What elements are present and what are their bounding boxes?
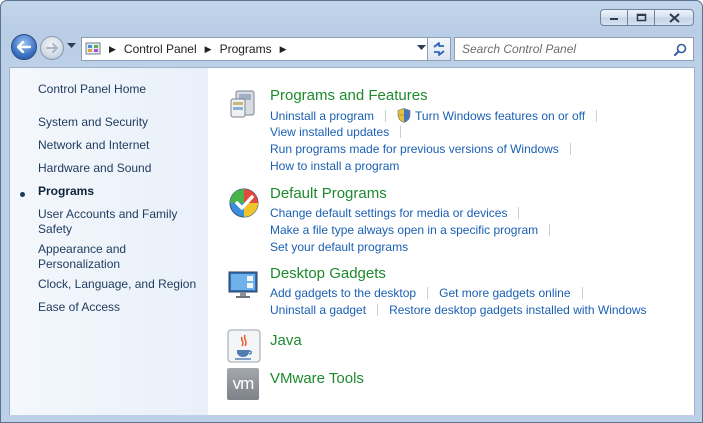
set-default-programs-link[interactable]: Set your default programs bbox=[270, 240, 408, 254]
view-installed-updates-link[interactable]: View installed updates bbox=[270, 125, 389, 139]
address-dropdown-icon[interactable] bbox=[417, 45, 426, 51]
link-divider bbox=[569, 143, 571, 155]
sidebar-item-programs[interactable]: Programs bbox=[38, 184, 203, 199]
search-input[interactable]: Search Control Panel bbox=[455, 42, 674, 56]
desktop-gadgets-links-row-2: Uninstall a gadget Restore desktop gadge… bbox=[270, 303, 647, 317]
sidebar: Control Panel Home System and Security N… bbox=[9, 67, 208, 415]
programs-and-features-title[interactable]: Programs and Features bbox=[270, 87, 428, 104]
minimize-button[interactable] bbox=[600, 9, 628, 26]
forward-arrow-icon bbox=[46, 43, 58, 53]
vmware-logo-text: vm bbox=[232, 374, 255, 393]
java-title[interactable]: Java bbox=[270, 332, 302, 349]
programs-and-features-links-row-1: Uninstall a program Turn Windows feature… bbox=[270, 108, 608, 123]
refresh-button[interactable] bbox=[427, 37, 451, 61]
sidebar-item-hardware-and-sound[interactable]: Hardware and Sound bbox=[38, 161, 203, 176]
navigation-bar: ▶ Control Panel ▶ Programs ▶ Search Cont… bbox=[9, 34, 699, 61]
uac-shield-icon bbox=[397, 108, 411, 123]
minimize-icon bbox=[610, 17, 618, 20]
default-programs-icon[interactable] bbox=[227, 186, 261, 220]
run-previous-versions-link[interactable]: Run programs made for previous versions … bbox=[270, 142, 559, 156]
restore-gadgets-link[interactable]: Restore desktop gadgets installed with W… bbox=[389, 303, 646, 317]
file-type-association-link[interactable]: Make a file type always open in a specif… bbox=[270, 223, 538, 237]
sidebar-item-system-and-security[interactable]: System and Security bbox=[38, 115, 203, 130]
default-programs-links-row-2: Make a file type always open in a specif… bbox=[270, 223, 561, 237]
java-icon[interactable] bbox=[227, 329, 261, 363]
control-panel-window: ▶ Control Panel ▶ Programs ▶ Search Cont… bbox=[0, 0, 703, 423]
link-divider bbox=[596, 109, 598, 122]
default-programs-title[interactable]: Default Programs bbox=[270, 185, 387, 202]
vmware-tools-icon[interactable]: vm bbox=[227, 368, 259, 400]
desktop-gadgets-links-row-1: Add gadgets to the desktop Get more gadg… bbox=[270, 286, 594, 300]
back-arrow-icon bbox=[17, 41, 31, 53]
change-default-settings-link[interactable]: Change default settings for media or dev… bbox=[270, 206, 507, 220]
uninstall-gadget-link[interactable]: Uninstall a gadget bbox=[270, 303, 366, 317]
how-to-install-link[interactable]: How to install a program bbox=[270, 159, 399, 173]
breadcrumb-control-panel[interactable]: Control Panel bbox=[124, 42, 197, 56]
maximize-button[interactable] bbox=[627, 9, 655, 26]
control-panel-icon bbox=[85, 42, 101, 55]
recent-pages-dropdown-icon[interactable] bbox=[67, 43, 76, 49]
refresh-icon bbox=[433, 42, 445, 56]
default-programs-links-row-1: Change default settings for media or dev… bbox=[270, 206, 530, 220]
breadcrumb-separator-icon[interactable]: ▶ bbox=[205, 44, 212, 55]
add-gadgets-link[interactable]: Add gadgets to the desktop bbox=[270, 286, 416, 300]
sidebar-item-control-panel-home[interactable]: Control Panel Home bbox=[38, 82, 203, 97]
sidebar-item-clock-language-region[interactable]: Clock, Language, and Region bbox=[38, 277, 203, 292]
search-icon[interactable] bbox=[674, 43, 687, 56]
uninstall-program-link[interactable]: Uninstall a program bbox=[270, 109, 374, 123]
link-divider bbox=[377, 304, 379, 316]
back-button[interactable] bbox=[11, 34, 37, 60]
turn-windows-features-link[interactable]: Turn Windows features on or off bbox=[415, 109, 585, 123]
active-item-bullet-icon bbox=[20, 192, 25, 197]
caption-buttons bbox=[600, 9, 694, 26]
programs-and-features-links-row-3: Run programs made for previous versions … bbox=[270, 142, 582, 156]
breadcrumb-separator-icon[interactable]: ▶ bbox=[280, 44, 287, 55]
link-divider bbox=[385, 109, 387, 122]
link-divider bbox=[581, 287, 583, 299]
programs-and-features-icon[interactable] bbox=[227, 87, 261, 121]
link-divider bbox=[549, 224, 551, 236]
programs-and-features-links-row-4: How to install a program bbox=[270, 159, 399, 173]
search-box[interactable]: Search Control Panel bbox=[454, 37, 694, 61]
breadcrumb-programs[interactable]: Programs bbox=[220, 42, 272, 56]
vmware-tools-title[interactable]: VMware Tools bbox=[270, 370, 364, 387]
get-more-gadgets-link[interactable]: Get more gadgets online bbox=[439, 286, 570, 300]
desktop-gadgets-title[interactable]: Desktop Gadgets bbox=[270, 265, 386, 282]
link-divider bbox=[400, 126, 402, 138]
address-bar[interactable]: ▶ Control Panel ▶ Programs ▶ bbox=[81, 37, 447, 61]
sidebar-item-user-accounts[interactable]: User Accounts and Family Safety bbox=[38, 207, 203, 237]
forward-button[interactable] bbox=[40, 36, 64, 60]
main-content: Programs and Features Uninstall a progra… bbox=[208, 67, 695, 415]
desktop-gadgets-icon[interactable] bbox=[227, 267, 261, 301]
link-divider bbox=[427, 287, 429, 299]
sidebar-item-appearance[interactable]: Appearance and Personalization bbox=[38, 242, 203, 272]
programs-and-features-links-row-2: View installed updates bbox=[270, 125, 412, 139]
breadcrumb-separator-icon[interactable]: ▶ bbox=[109, 44, 116, 55]
link-divider bbox=[518, 207, 520, 219]
sidebar-item-network-and-internet[interactable]: Network and Internet bbox=[38, 138, 203, 153]
sidebar-item-ease-of-access[interactable]: Ease of Access bbox=[38, 300, 203, 315]
maximize-icon bbox=[636, 13, 646, 22]
close-icon bbox=[668, 12, 680, 23]
default-programs-links-row-3: Set your default programs bbox=[270, 240, 408, 254]
close-button[interactable] bbox=[654, 9, 694, 26]
